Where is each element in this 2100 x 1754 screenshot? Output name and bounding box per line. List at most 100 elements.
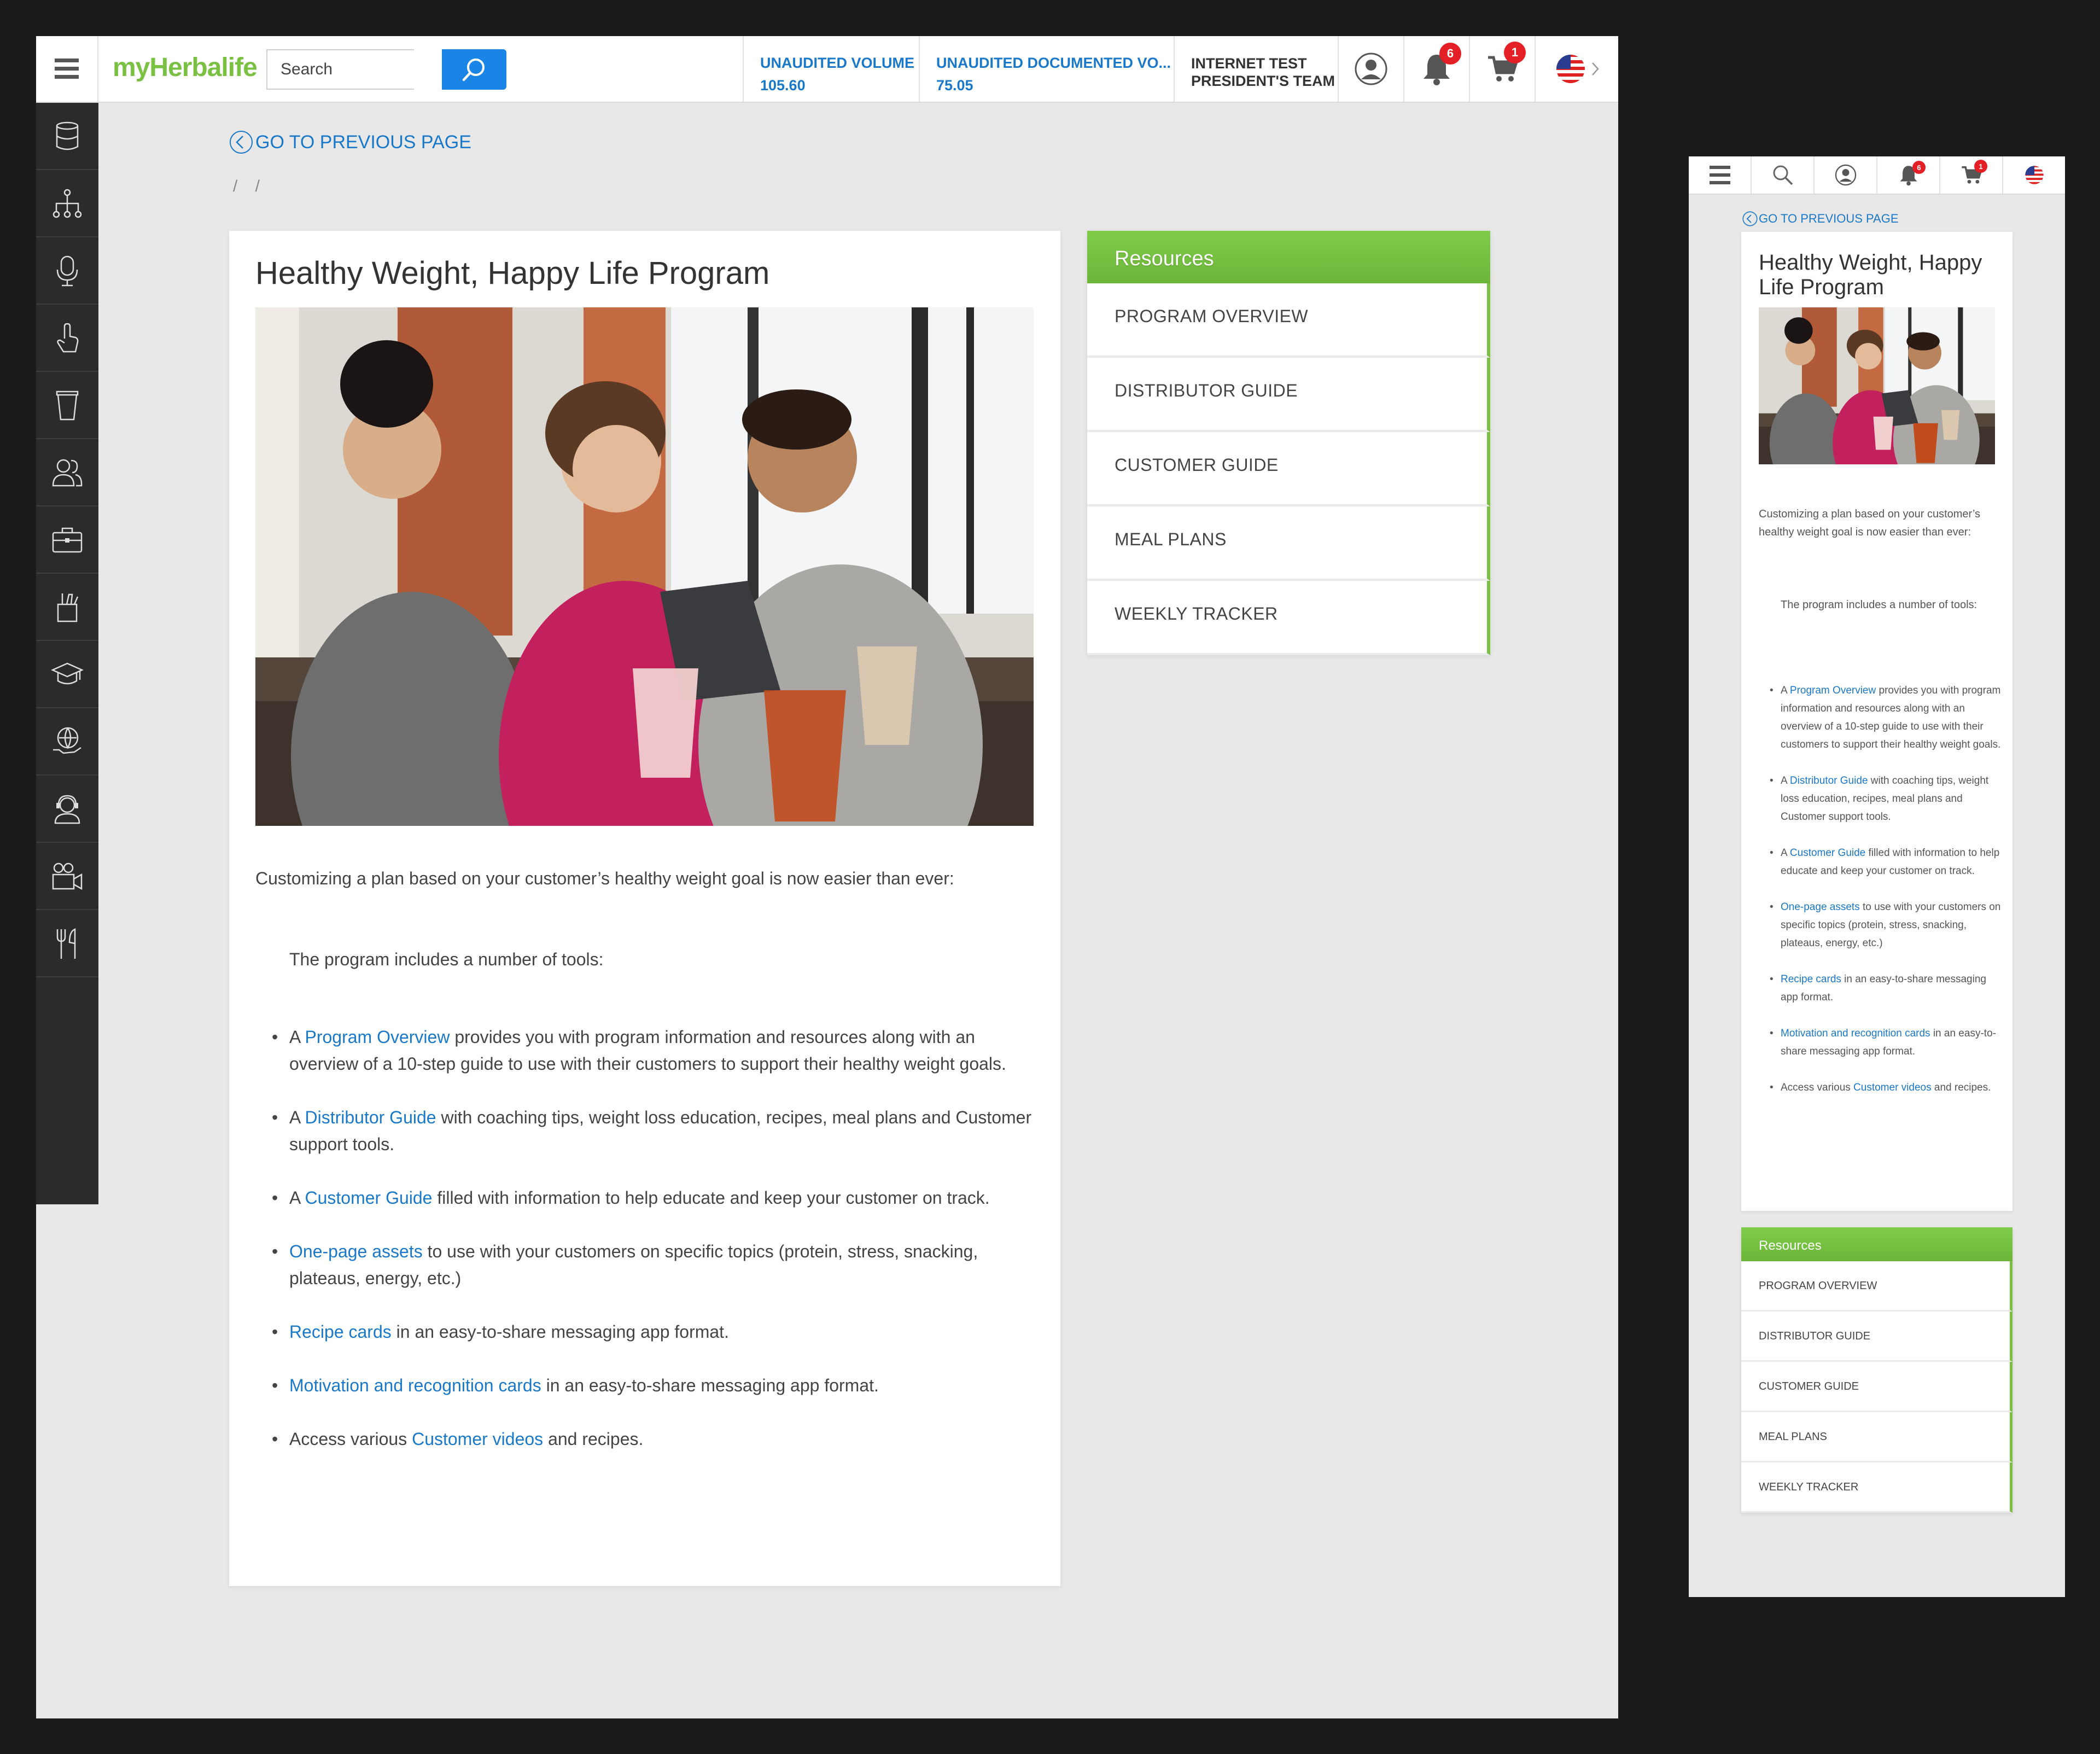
list-item: Motivation and recognition cards in an e… — [1770, 1024, 2002, 1060]
sidebar-item-nutrition[interactable] — [36, 910, 98, 977]
sidebar-item-video[interactable] — [36, 843, 98, 910]
cart-badge: 1 — [1504, 42, 1526, 63]
customer-guide-link[interactable]: Customer Guide — [305, 1188, 432, 1208]
user-icon — [1354, 52, 1388, 86]
list-item: A Program Overview provides you with pro… — [1770, 681, 2002, 754]
list-item: Access various Customer videos and recip… — [272, 1426, 1039, 1453]
network-icon — [52, 188, 83, 219]
program-overview-link[interactable]: Program Overview — [305, 1027, 450, 1047]
tools-intro: The program includes a number of tools: — [289, 949, 604, 969]
resource-weekly-tracker[interactable]: WEEKLY TRACKER — [1741, 1462, 2012, 1513]
one-page-assets-link[interactable]: One-page assets — [289, 1242, 423, 1261]
unaudited-documented-volume-stat[interactable]: UNAUDITED DOCUMENTED VO... 75.05 — [919, 36, 1174, 102]
sidebar-item-touch[interactable] — [36, 305, 98, 372]
customer-videos-link[interactable]: Customer videos — [412, 1429, 543, 1449]
resource-meal-plans[interactable]: MEAL PLANS — [1741, 1412, 2012, 1462]
language-selector[interactable] — [1535, 36, 1618, 102]
resource-meal-plans[interactable]: MEAL PLANS — [1087, 506, 1490, 581]
resource-distributor-guide[interactable]: DISTRIBUTOR GUIDE — [1741, 1312, 2012, 1362]
mobile-profile-button[interactable] — [1815, 156, 1877, 194]
distributor-guide-link[interactable]: Distributor Guide — [305, 1108, 436, 1127]
unaudited-volume-stat[interactable]: UNAUDITED VOLUME 105.60 — [743, 36, 919, 102]
sidebar-item-customers[interactable] — [36, 439, 98, 506]
list-item: A Distributor Guide with coaching tips, … — [272, 1104, 1039, 1158]
search-input[interactable] — [266, 49, 414, 90]
program-overview-link[interactable]: Program Overview — [1790, 685, 1876, 696]
distributor-guide-link[interactable]: Distributor Guide — [1790, 775, 1868, 786]
brand-logo[interactable]: myHerbalife — [113, 53, 258, 83]
support-agent-icon — [52, 793, 83, 825]
account-level: PRESIDENT'S TEAM — [1191, 73, 1335, 89]
resource-customer-guide[interactable]: CUSTOMER GUIDE — [1087, 432, 1490, 506]
touch-icon — [54, 322, 81, 354]
hero-photo — [255, 307, 1034, 826]
sidebar-item-network[interactable] — [36, 170, 98, 237]
list-item: One-page assets to use with your custome… — [272, 1238, 1039, 1292]
search-icon — [462, 57, 487, 82]
recipe-cards-link[interactable]: Recipe cards — [289, 1322, 392, 1342]
list-item: Motivation and recognition cards in an e… — [272, 1372, 1039, 1399]
breadcrumb: / / — [233, 177, 267, 195]
menu-button[interactable] — [36, 36, 98, 102]
chevron-left-circle-icon — [1742, 211, 1758, 226]
resource-customer-guide[interactable]: CUSTOMER GUIDE — [1741, 1362, 2012, 1412]
mobile-menu-button[interactable] — [1689, 156, 1752, 194]
recipe-cards-link[interactable]: Recipe cards — [1781, 974, 1841, 985]
notification-badge: 6 — [1912, 161, 1926, 174]
list-item: A Customer Guide filled with information… — [272, 1185, 1039, 1211]
stat-label: UNAUDITED VOLUME — [760, 55, 914, 71]
account-status[interactable]: INTERNET TEST PRESIDENT'S TEAM — [1174, 36, 1338, 102]
resource-distributor-guide[interactable]: DISTRIBUTOR GUIDE — [1087, 358, 1490, 432]
resource-program-overview[interactable]: PROGRAM OVERVIEW — [1741, 1261, 2012, 1312]
sidebar-item-products[interactable] — [36, 372, 98, 439]
sidebar-item-tools[interactable] — [36, 574, 98, 641]
mobile-view: 6 1 GO TO PREVIOUS PAGE Healthy Weight, … — [1689, 156, 2065, 1597]
hamburger-icon — [55, 59, 79, 79]
microphone-icon — [54, 255, 81, 287]
cart-button[interactable]: 1 — [1469, 36, 1535, 102]
mobile-back-link[interactable]: GO TO PREVIOUS PAGE — [1742, 211, 1899, 226]
mobile-cart-button[interactable]: 1 — [1940, 156, 2003, 194]
motivation-cards-link[interactable]: Motivation and recognition cards — [1781, 1028, 1930, 1039]
page-title: Healthy Weight, Happy Life Program — [1759, 250, 1982, 299]
sidebar-item-business[interactable] — [36, 506, 98, 574]
list-item: Recipe cards in an easy-to-share messagi… — [272, 1319, 1039, 1345]
list-item: A Customer Guide filled with information… — [1770, 844, 2002, 880]
mobile-resources-panel: Resources PROGRAM OVERVIEW DISTRIBUTOR G… — [1741, 1227, 2012, 1513]
top-header: myHerbalife UNAUDITED VOLUME 105.60 UNAU… — [36, 36, 1618, 103]
profile-button[interactable] — [1338, 36, 1403, 102]
resource-program-overview[interactable]: PROGRAM OVERVIEW — [1087, 283, 1490, 358]
mobile-notifications-button[interactable]: 6 — [1877, 156, 1940, 194]
resources-title: Resources — [1087, 231, 1490, 283]
tools-icon — [54, 591, 81, 623]
mobile-search-button[interactable] — [1752, 156, 1815, 194]
sidebar-item-database[interactable] — [36, 103, 98, 170]
cart-badge: 1 — [1974, 160, 1987, 173]
cup-icon — [55, 389, 80, 421]
back-link[interactable]: GO TO PREVIOUS PAGE — [229, 130, 471, 154]
tools-list: A Program Overview provides you with pro… — [1770, 681, 2002, 1115]
sidebar-item-support[interactable] — [36, 776, 98, 843]
notifications-button[interactable]: 6 — [1403, 36, 1469, 102]
customer-guide-link[interactable]: Customer Guide — [1790, 847, 1865, 859]
stat-value: 75.05 — [936, 77, 973, 94]
chevron-left-circle-icon — [229, 130, 253, 154]
briefcase-icon — [51, 526, 83, 553]
hero-photo — [1759, 307, 1995, 464]
intro-text: Customizing a plan based on your custome… — [255, 869, 954, 888]
motivation-cards-link[interactable]: Motivation and recognition cards — [289, 1376, 541, 1395]
account-name: INTERNET TEST — [1191, 55, 1307, 72]
sidebar-item-podcast[interactable] — [36, 237, 98, 305]
chevron-right-icon — [1591, 62, 1599, 76]
one-page-assets-link[interactable]: One-page assets — [1781, 901, 1860, 913]
search-button[interactable] — [442, 49, 506, 90]
left-sidebar — [36, 103, 98, 1204]
sidebar-item-global[interactable] — [36, 708, 98, 776]
list-item: One-page assets to use with your custome… — [1770, 898, 2002, 952]
sidebar-item-training[interactable] — [36, 641, 98, 708]
back-link-label: GO TO PREVIOUS PAGE — [1759, 212, 1899, 225]
tools-list: A Program Overview provides you with pro… — [272, 1024, 1039, 1479]
resource-weekly-tracker[interactable]: WEEKLY TRACKER — [1087, 581, 1490, 655]
customer-videos-link[interactable]: Customer videos — [1853, 1082, 1932, 1093]
mobile-language-selector[interactable] — [2003, 156, 2065, 194]
